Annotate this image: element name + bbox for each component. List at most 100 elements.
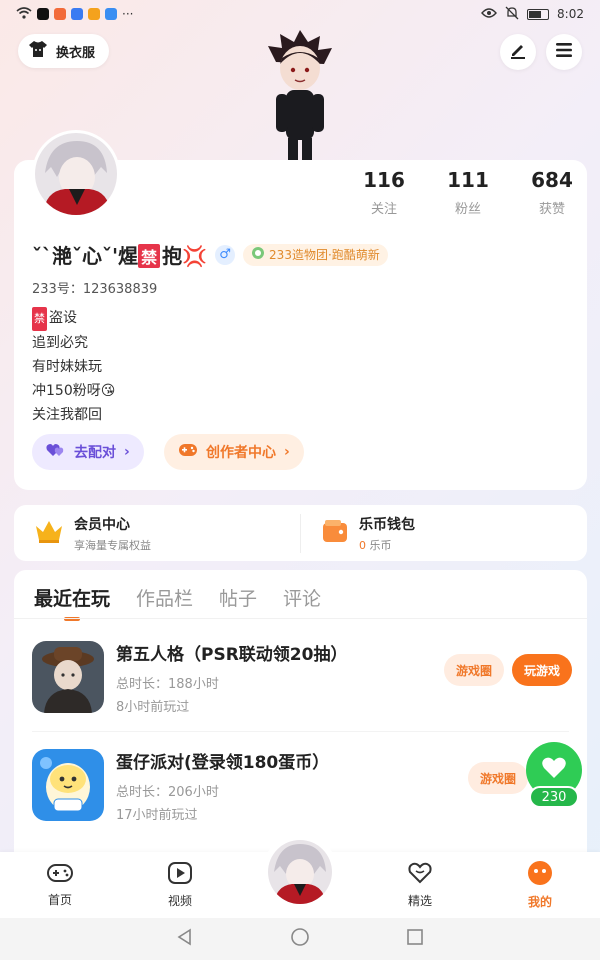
face-icon xyxy=(527,860,553,889)
wallet-card: 会员中心 享海量专属权益 乐币钱包 0 乐币 xyxy=(14,505,587,561)
tab-recent[interactable]: 最近在玩 xyxy=(34,580,110,621)
badge-icon xyxy=(251,246,265,263)
creator-center-button[interactable]: 创作者中心 › xyxy=(164,434,304,470)
paw-icon xyxy=(71,8,83,20)
nickname: ˇ`滟ˇ心ˇ'煋禁抱💢 xyxy=(32,240,207,269)
system-nav-bar xyxy=(0,918,600,960)
heart-icon xyxy=(541,756,567,784)
nav-label: 视频 xyxy=(167,894,192,908)
tab-comments[interactable]: 评论 xyxy=(283,580,321,621)
back-icon[interactable] xyxy=(176,928,194,950)
ban-chip: 禁 xyxy=(138,244,161,268)
bio-line: 追到必究 xyxy=(32,335,88,351)
content-tabs: 最近在玩 作品栏 帖子 评论 xyxy=(34,580,321,621)
games-card: 最近在玩 作品栏 帖子 评论 第五人格（PSR联动领20抽） 总时长：188小时… xyxy=(14,570,587,870)
nickname-row: ˇ`滟ˇ心ˇ'煋禁抱💢 ♂ 233造物团·跑酷萌新 xyxy=(32,240,388,269)
more-dots-icon: ··· xyxy=(122,7,134,21)
home-circle-icon[interactable] xyxy=(290,927,310,951)
nav-center-avatar[interactable] xyxy=(262,834,338,910)
gamepad-icon xyxy=(178,443,198,461)
bio-line: 冲150粉呀😘 xyxy=(32,383,116,399)
battery-icon xyxy=(527,8,550,20)
tshirt-icon xyxy=(28,40,48,62)
game-circle-button[interactable]: 游戏圈 xyxy=(467,762,528,794)
ban-chip: 禁 xyxy=(32,307,47,331)
coin-title: 乐币钱包 xyxy=(359,516,415,533)
creator-label: 创作者中心 xyxy=(206,445,276,461)
nav-home[interactable]: 首页 xyxy=(0,852,120,918)
nav-video[interactable]: 视频 xyxy=(120,852,240,918)
cloud-app-icon xyxy=(105,8,117,20)
male-gender-icon: ♂ xyxy=(215,244,236,265)
coin-value: 0 xyxy=(359,538,366,552)
game-title: 第五人格（PSR联动领20抽） xyxy=(116,644,348,665)
nickname-part: 抱💢 xyxy=(162,244,208,268)
edit-button[interactable] xyxy=(500,34,536,70)
coin-unit: 乐币 xyxy=(369,538,392,552)
chevron-right-icon: › xyxy=(284,444,290,460)
wallet-icon xyxy=(321,518,349,548)
game-last-played: 8小时前玩过 xyxy=(116,699,190,715)
chevron-right-icon: › xyxy=(124,444,130,460)
bio-text: 盗设 xyxy=(49,310,77,326)
game-duration: 总时长：206小时 xyxy=(116,784,219,800)
menu-button[interactable] xyxy=(546,34,582,70)
nav-featured[interactable]: 精选 xyxy=(360,852,480,918)
game-icon-identity-v[interactable] xyxy=(32,641,104,713)
bio-line: 有时妹妹玩 xyxy=(32,359,102,375)
stat-value: 684 xyxy=(531,168,573,192)
game-icon-eggy-party[interactable] xyxy=(32,749,104,821)
play-icon xyxy=(167,861,193,888)
video-app-icon xyxy=(88,8,100,20)
like-count-badge: 230 xyxy=(529,786,579,808)
tab-works[interactable]: 作品栏 xyxy=(136,580,193,621)
game-circle-button[interactable]: 游戏圈 xyxy=(443,654,504,686)
game-duration: 总时长：188小时 xyxy=(116,676,219,692)
stat-following[interactable]: 116 关注 xyxy=(362,168,406,217)
coin-wallet[interactable]: 乐币钱包 0 乐币 xyxy=(300,513,587,553)
recents-square-icon[interactable] xyxy=(406,928,424,950)
mute-bell-icon xyxy=(505,6,519,23)
bio-line: 关注我都回 xyxy=(32,407,102,423)
stat-label: 粉丝 xyxy=(454,202,481,217)
stat-likes[interactable]: 684 获赞 xyxy=(530,168,574,217)
game-row[interactable]: 蛋仔派对(登录领180蛋币） 总时长：206小时 17小时前玩过 游戏圈 玩 xyxy=(32,740,572,830)
stat-value: 116 xyxy=(363,168,405,192)
game-row[interactable]: 第五人格（PSR联动领20抽） 总时长：188小时 8小时前玩过 游戏圈 玩游戏 xyxy=(32,632,572,722)
nav-label: 精选 xyxy=(407,894,432,908)
nav-mine[interactable]: 我的 xyxy=(480,852,600,918)
stat-label: 关注 xyxy=(370,202,397,217)
match-label: 去配对 xyxy=(74,445,116,461)
pen-icon xyxy=(509,41,527,63)
hamburger-icon xyxy=(555,42,573,62)
wifi-icon xyxy=(16,6,32,22)
match-button[interactable]: 去配对 › xyxy=(32,434,144,470)
tiktok-icon xyxy=(37,8,49,20)
title-tag[interactable]: 233造物团·跑酷萌新 xyxy=(243,243,388,266)
member-title: 会员中心 xyxy=(74,516,130,533)
crown-icon xyxy=(34,518,64,548)
stat-label: 获赞 xyxy=(538,202,565,217)
avatar-character[interactable] xyxy=(262,28,338,160)
bio-line: 禁盗设 xyxy=(32,306,115,331)
coin-balance: 0 乐币 xyxy=(359,537,415,553)
change-outfit-label: 换衣服 xyxy=(56,45,96,61)
change-outfit-button[interactable]: 换衣服 xyxy=(18,34,110,68)
tag-label: 233造物团·跑酷萌新 xyxy=(269,248,380,262)
app-icon xyxy=(54,8,66,20)
profile-stats: 116 关注 111 粉丝 684 获赞 xyxy=(362,168,574,217)
avatar[interactable] xyxy=(32,130,120,218)
stat-followers[interactable]: 111 粉丝 xyxy=(446,168,490,217)
play-game-button[interactable]: 玩游戏 xyxy=(511,654,572,686)
double-heart-icon xyxy=(46,442,66,462)
game-last-played: 17小时前玩过 xyxy=(116,807,198,823)
member-subtitle: 享海量专属权益 xyxy=(74,538,151,552)
stat-value: 111 xyxy=(447,168,489,192)
tab-posts[interactable]: 帖子 xyxy=(219,580,257,621)
member-center[interactable]: 会员中心 享海量专属权益 xyxy=(14,514,300,553)
gamepad-icon xyxy=(46,862,74,887)
status-bar: ··· 8:02 xyxy=(0,0,600,28)
heart-gem-icon xyxy=(407,861,433,888)
nickname-part: ˇ`滟ˇ心ˇ'煋 xyxy=(32,244,139,268)
divider xyxy=(14,618,587,619)
